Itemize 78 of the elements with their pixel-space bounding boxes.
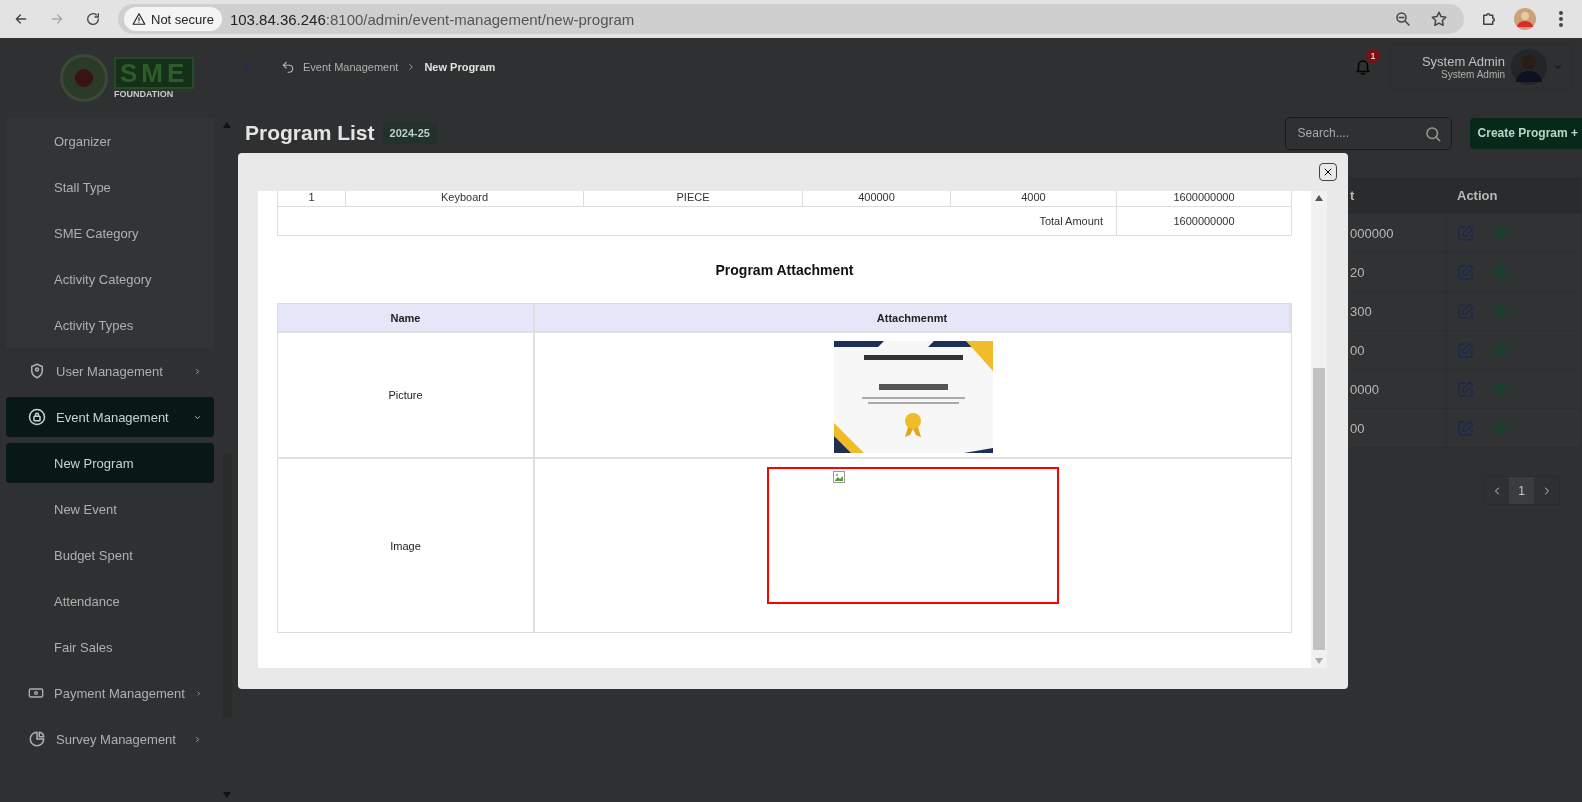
address-bar[interactable]: Not secure 103.84.36.246:8100/admin/event-management/new-program	[118, 4, 1464, 34]
sidebar-group[interactable]: Event Management	[6, 397, 214, 437]
page-title: Program List	[245, 121, 375, 145]
close-button[interactable]	[1319, 163, 1337, 181]
broken-image-icon	[833, 471, 845, 483]
eye-icon[interactable]	[1491, 224, 1511, 242]
breadcrumb-item[interactable]: Event Management	[303, 60, 399, 73]
warning-icon	[132, 12, 146, 26]
back-arrow-icon[interactable]	[13, 11, 29, 27]
total-value: 1600000000	[1172, 214, 1236, 229]
edit-icon[interactable]	[1457, 224, 1475, 242]
sidebar-item[interactable]: New Program	[6, 443, 214, 483]
table-cell: 400000	[803, 191, 951, 206]
pie-chart-icon	[28, 730, 46, 748]
search-icon	[1423, 124, 1442, 143]
sidebar-item[interactable]: New Event	[6, 489, 214, 529]
bell-icon[interactable]	[1354, 57, 1372, 76]
close-icon	[1322, 166, 1334, 178]
sidebar-item[interactable]: Activity Types	[6, 305, 214, 345]
forward-arrow-icon[interactable]	[49, 11, 65, 27]
column-header: Action	[1447, 177, 1582, 213]
sidebar-item[interactable]: Activity Category	[6, 259, 214, 299]
sidebar-group[interactable]: Payment Management	[6, 673, 214, 713]
edit-icon[interactable]	[1457, 419, 1475, 437]
collapse-icon[interactable]	[243, 57, 253, 76]
sidebar-item[interactable]: SME Category	[6, 213, 214, 253]
scroll-down-icon[interactable]	[1315, 658, 1323, 664]
sidebar-item[interactable]: Attendance	[6, 581, 214, 621]
eye-icon[interactable]	[1491, 419, 1511, 437]
table-cell-text: 1600000000	[1172, 191, 1236, 205]
eye-icon[interactable]	[1491, 380, 1511, 398]
edit-icon[interactable]	[1457, 341, 1475, 359]
notification-count: 1	[1366, 48, 1380, 63]
breadcrumb-item: New Program	[424, 60, 496, 73]
eye-icon[interactable]	[1491, 302, 1511, 320]
reload-icon[interactable]	[85, 11, 101, 27]
total-label: Total Amount	[278, 207, 1117, 235]
user-menu[interactable]: System Admin System Admin	[1390, 43, 1572, 90]
search-field[interactable]: Search....	[1284, 116, 1452, 150]
edit-icon[interactable]	[1457, 302, 1475, 320]
eye-icon[interactable]	[1491, 263, 1511, 281]
sidebar-item[interactable]: Organizer	[6, 121, 214, 161]
edit-icon[interactable]	[1457, 263, 1475, 281]
edit-icon[interactable]	[1457, 380, 1475, 398]
user-avatar-icon	[1511, 48, 1547, 85]
scroll-down-icon[interactable]	[223, 792, 231, 798]
sidebar-group[interactable]: User Management	[6, 351, 214, 391]
more-icon[interactable]	[1559, 11, 1563, 27]
table-cell: Image	[278, 459, 535, 632]
sidebar-item[interactable]: Budget Spent	[6, 535, 214, 575]
star-icon[interactable]	[1430, 10, 1448, 28]
eye-icon[interactable]	[1491, 341, 1511, 359]
column-header: Attachmenmt	[535, 304, 1291, 331]
create-program-button[interactable]: Create Program +	[1469, 117, 1582, 149]
scroll-up-icon[interactable]	[1315, 195, 1323, 201]
avatar-icon[interactable]	[1514, 8, 1536, 30]
fiscal-year-tag: 2024-25	[382, 122, 437, 144]
shield-icon	[28, 362, 46, 380]
sidebar-item[interactable]: Stall Type	[6, 167, 214, 207]
url-text: 103.84.36.246:8100/admin/event-management/new-program	[229, 10, 635, 28]
scrollbar-thumb[interactable]	[1313, 368, 1325, 650]
zoom-out-icon[interactable]	[1394, 10, 1412, 28]
lock-icon	[28, 408, 46, 426]
emblem-logo	[60, 54, 108, 102]
security-chip[interactable]: Not secure	[124, 7, 222, 31]
table-cell: Picture	[278, 333, 535, 457]
table-cell: PIECE	[584, 191, 803, 206]
undo-icon[interactable]	[281, 59, 295, 74]
section-title: Program Attachment	[714, 262, 855, 278]
table-cell: 1	[278, 191, 346, 206]
logo-subtitle: FOUNDATION	[114, 89, 174, 99]
table-cell: 4000	[951, 191, 1117, 206]
table-cell: Keyboard	[346, 191, 584, 206]
sidebar-item[interactable]: Fair Sales	[6, 627, 214, 667]
sidebar-group[interactable]: Survey Management	[6, 719, 214, 759]
column-header: Name	[278, 304, 535, 331]
page-button[interactable]: 1	[1509, 477, 1534, 504]
puzzle-icon[interactable]	[1480, 10, 1498, 28]
